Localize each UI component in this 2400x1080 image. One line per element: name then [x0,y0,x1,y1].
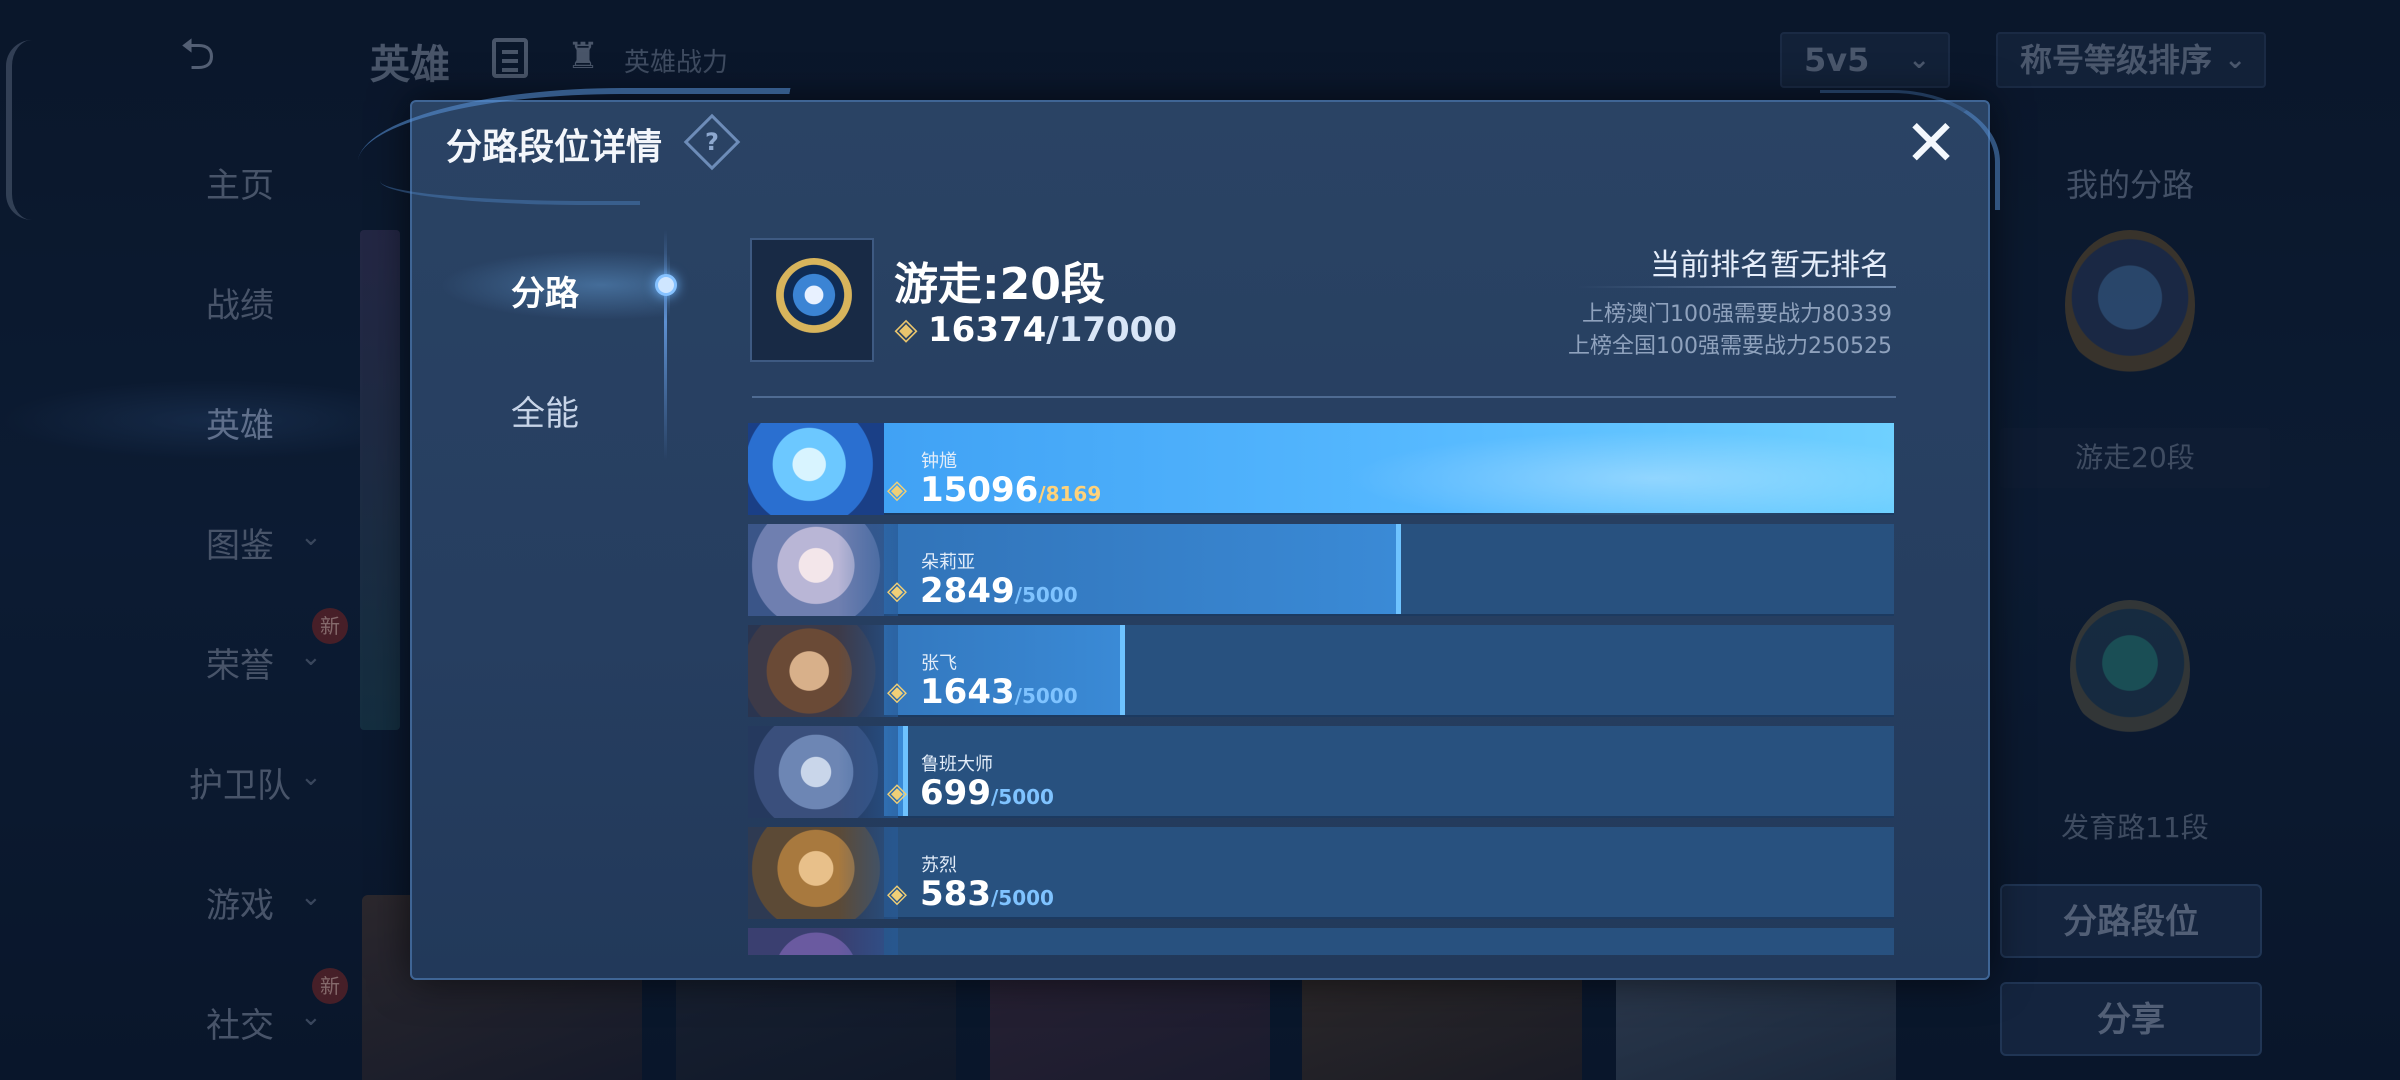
hero-score: 1643/5000 [920,672,1078,712]
tab-lane[interactable]: 分路 [480,266,610,315]
portrait-fade [838,928,898,955]
chevron-down-icon: ⌄ [2224,45,2246,75]
mode-select-value: 5v5 [1804,41,1870,79]
rank-requirement-national: 上榜全国100强需要战力250525 [1568,334,1892,359]
section-divider [752,396,1896,398]
lane-rank-button[interactable]: 分路段位 [2000,884,2262,958]
page-title: 英雄 [370,42,450,88]
nav-item-records[interactable]: 战绩 [140,278,340,327]
hero-score-max: /5000 [990,886,1054,910]
close-icon[interactable]: ✕ [1898,112,1964,178]
hero-score-max: /5000 [1014,684,1078,708]
edge-arc-decoration [6,40,32,220]
chevron-down-icon: ⌄ [300,522,322,552]
chevron-down-icon: ⌄ [300,642,322,672]
hero-power-label[interactable]: 英雄战力 [624,42,728,79]
hero-score-max: /8169 [1038,482,1102,506]
sort-select-value: 称号等级排序 [2020,41,2213,79]
power-diamond-icon: ◈ [887,778,907,808]
lane-title: 游走:20段 [894,259,1105,310]
new-badge: 新 [312,968,348,1004]
lane-medal-icon [2070,600,2190,740]
lane-tag-support: 游走20段 [2000,428,2270,488]
hero-row[interactable]: ◈ 苏烈 583/5000 [748,827,1894,919]
power-diamond-icon: ◈ [887,879,907,909]
share-button[interactable]: 分享 [2000,982,2262,1056]
lane-badge [750,238,874,362]
support-lane-emblem-icon [774,258,854,346]
rank-divider [1578,286,1896,288]
rank-status: 当前排名暂无排名 [1650,248,1890,283]
lane-tag-marksman: 发育路11段 [2061,811,2209,844]
nav-item-home[interactable]: 主页 [140,158,340,207]
hero-row[interactable] [748,928,1894,955]
list-icon[interactable] [492,38,528,78]
chevron-down-icon: ⌄ [1908,45,1930,75]
tab-all-round[interactable]: 全能 [480,386,610,435]
hero-row[interactable]: ◈ 鲁班大师 699/5000 [748,726,1894,818]
chevron-down-icon: ⌄ [300,882,322,912]
lane-power-value: 16374 [928,310,1047,350]
hero-row[interactable]: ◈ 钟馗 15096/8169 [748,423,1894,515]
hero-row[interactable]: ◈ 朵莉亚 2849/5000 [748,524,1894,616]
hero-row[interactable]: ◈ 张飞 1643/5000 [748,625,1894,717]
power-diamond-icon: ◈ [887,677,907,707]
lane-power-max: /17000 [1046,310,1178,350]
hero-card-background[interactable] [360,230,400,730]
hero-score-max: /5000 [1014,583,1078,607]
tab-divider [664,230,667,460]
sort-select[interactable]: 称号等级排序 ⌄ [1996,32,2266,88]
my-lanes-title: 我的分路 [2065,166,2194,204]
hero-score: 699/5000 [920,773,1054,813]
hero-power-list[interactable]: ◈ 钟馗 15096/8169 ◈ 朵莉亚 2849/5000 ◈ 张飞 164… [748,423,1894,955]
mode-select[interactable]: 5v5 ⌄ [1780,32,1950,88]
modal-title: 分路段位详情 [446,127,663,168]
hero-portrait [748,423,884,515]
hero-score: 15096/8169 [920,470,1102,510]
power-diamond-icon: ◈ [894,312,918,347]
hero-score-max: /5000 [990,785,1054,809]
chevron-down-icon: ⌄ [300,1002,322,1032]
hero-score: 583/5000 [920,874,1054,914]
tab-active-dot-icon [655,274,677,296]
rank-requirement-local: 上榜澳门100强需要战力80339 [1582,302,1892,327]
nav-item-heroes[interactable]: 英雄 [140,398,340,447]
back-arrow-icon[interactable]: ⮌ [180,30,280,80]
lane-medal-icon [2065,230,2195,380]
lane-power: 16374/17000 [928,310,1177,350]
hero-helmet-icon[interactable]: ♜ [562,36,604,78]
power-diamond-icon: ◈ [887,475,907,505]
hero-score: 2849/5000 [920,571,1078,611]
chevron-down-icon: ⌄ [300,762,322,792]
power-diamond-icon: ◈ [887,576,907,606]
new-badge: 新 [312,608,348,644]
